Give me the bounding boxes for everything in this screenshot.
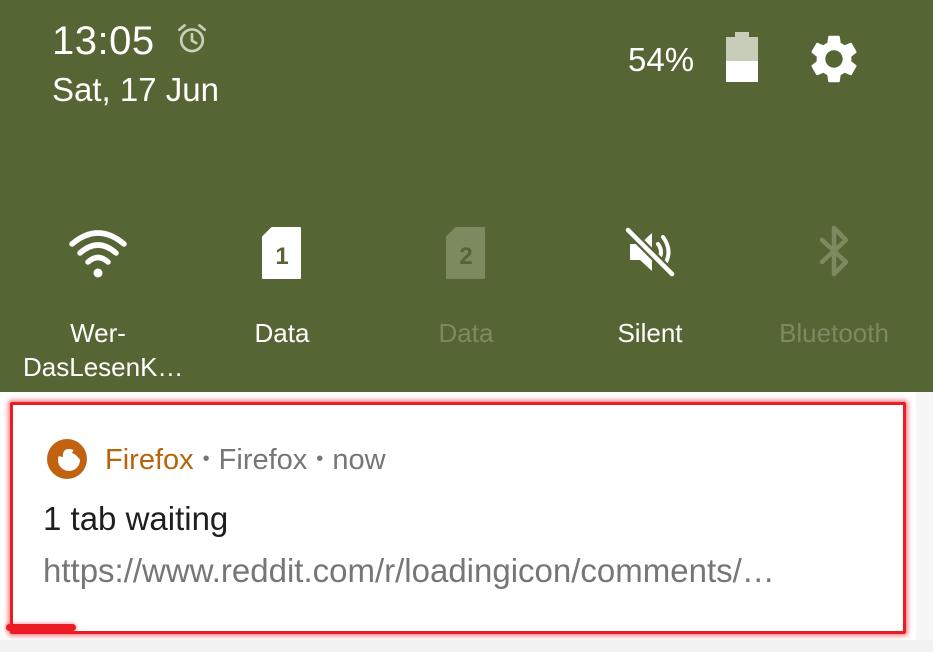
- bluetooth-icon: [819, 225, 849, 277]
- header-separator: •: [202, 448, 210, 470]
- tile-data-sim1[interactable]: 1 Data: [207, 210, 357, 385]
- firefox-notification[interactable]: Firefox • Firefox • now 1 tab waiting https:…: [10, 402, 906, 634]
- svg-text:1: 1: [275, 243, 288, 270]
- firefox-icon: [47, 439, 87, 479]
- tile-bluetooth[interactable]: Bluetooth: [759, 210, 909, 385]
- sim-2-icon: 2: [446, 227, 485, 279]
- battery-percentage: 54%: [628, 41, 695, 78]
- notification-title: 1 tab waiting: [43, 500, 229, 537]
- alarm-clock-icon: [177, 24, 207, 53]
- tile-data-sim2-label: Data: [438, 318, 494, 348]
- status-time: 13:05: [52, 19, 155, 63]
- tile-silent-label: Silent: [617, 318, 683, 348]
- status-date: Sat, 17 Jun: [52, 71, 219, 108]
- next-notification-edge: [916, 392, 933, 652]
- volume-off-icon: [623, 225, 677, 279]
- svg-text:2: 2: [459, 243, 472, 270]
- tile-silent[interactable]: Silent: [575, 210, 725, 385]
- battery-icon: [726, 32, 758, 82]
- shade-bottom-strip: [0, 640, 933, 652]
- notification-text: https://www.reddit.com/r/loadingicon/com…: [43, 552, 775, 589]
- tile-wifi-label: Wer- DasLesenK…: [23, 318, 184, 382]
- notification-header: Firefox • Firefox • now: [105, 439, 386, 480]
- notification-time: now: [332, 444, 386, 476]
- tile-wifi[interactable]: Wer- DasLesenK…: [23, 210, 184, 385]
- header-separator: •: [316, 448, 324, 470]
- notification-app-name: Firefox: [105, 444, 194, 476]
- notification-subtext: Firefox: [218, 444, 308, 476]
- sim-1-icon: 1: [262, 227, 301, 279]
- wifi-icon: [69, 230, 127, 278]
- tile-data-sim1-label: Data: [254, 318, 310, 348]
- highlight-underline: [6, 624, 76, 631]
- gear-icon[interactable]: [805, 30, 863, 88]
- tile-data-sim2[interactable]: 2 Data: [391, 210, 541, 385]
- tile-bluetooth-label: Bluetooth: [779, 318, 889, 348]
